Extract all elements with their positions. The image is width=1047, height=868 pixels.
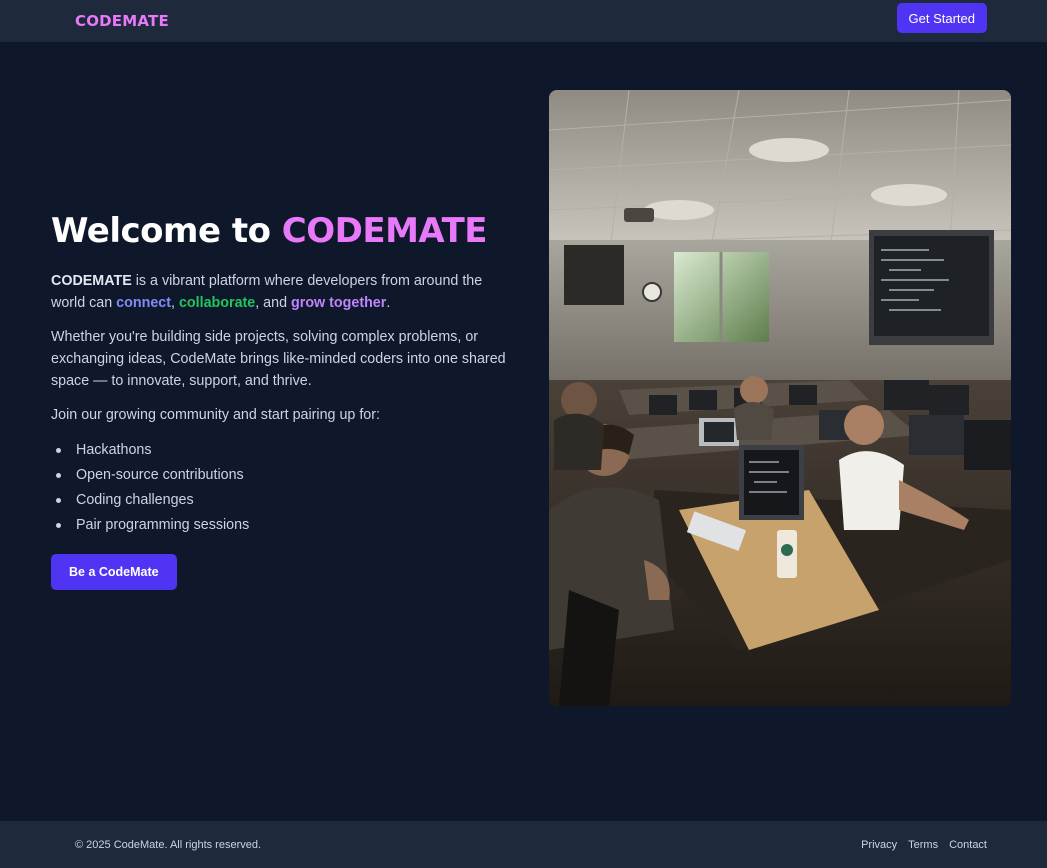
site-logo[interactable]: CODEMATE: [75, 12, 169, 30]
bullet-icon: [56, 523, 61, 528]
list-item: Coding challenges: [51, 488, 511, 513]
list-item: Open-source contributions: [51, 463, 511, 488]
feature-label: Pair programming sessions: [76, 517, 250, 533]
be-a-codemate-button[interactable]: Be a CodeMate: [51, 554, 177, 590]
feature-label: Coding challenges: [76, 492, 194, 508]
privacy-link[interactable]: Privacy: [861, 839, 897, 851]
feature-list: Hackathons Open-source contributions Cod…: [51, 438, 511, 538]
get-started-button[interactable]: Get Started: [896, 3, 987, 33]
hero-join-text: Join our growing community and start pai…: [51, 407, 380, 423]
hero-title-prefix: Welcome to: [51, 211, 282, 251]
hero-intro: CODEMATE is a vibrant platform where dev…: [51, 270, 511, 314]
footer-links: Privacy Terms Contact: [861, 839, 987, 851]
copyright-text: © 2025 CodeMate. All rights reserved.: [75, 838, 262, 851]
highlight-connect: connect: [116, 295, 171, 311]
bullet-icon: [56, 498, 61, 503]
hero-description: Whether you're building side projects, s…: [51, 329, 506, 389]
classroom-photo-illustration: [549, 90, 1011, 706]
intro-brand: CODEMATE: [51, 273, 132, 289]
list-item: Pair programming sessions: [51, 513, 511, 538]
contact-link[interactable]: Contact: [949, 839, 987, 851]
bullet-icon: [56, 448, 61, 453]
feature-label: Open-source contributions: [76, 467, 244, 483]
hero-title-brand: CODEMATE: [281, 211, 488, 251]
terms-link[interactable]: Terms: [908, 839, 938, 851]
bullet-icon: [56, 473, 61, 478]
footer: © 2025 CodeMate. All rights reserved. Pr…: [0, 821, 1047, 868]
list-item: Hackathons: [51, 438, 511, 463]
hero-content: Welcome to CODEMATE CODEMATE is a vibran…: [51, 208, 511, 590]
intro-end: .: [386, 295, 391, 311]
classroom-photo: [549, 90, 1011, 706]
highlight-grow-together: grow together: [291, 295, 387, 311]
intro-sep-2: , and: [255, 295, 292, 311]
intro-sep-1: ,: [171, 295, 179, 311]
navbar: CODEMATE Get Started: [0, 0, 1047, 42]
hero-title: Welcome to CODEMATE: [51, 208, 511, 254]
feature-label: Hackathons: [76, 442, 152, 458]
highlight-collaborate: collaborate: [178, 295, 256, 311]
